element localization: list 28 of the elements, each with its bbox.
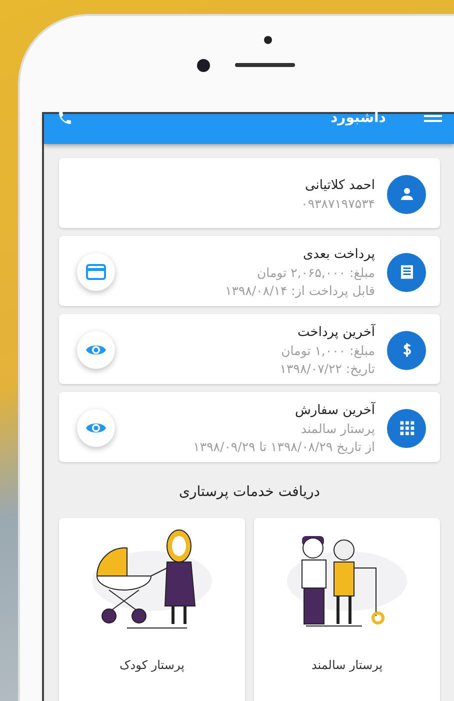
- view-button[interactable]: [77, 331, 115, 369]
- pay-button[interactable]: [77, 253, 115, 291]
- sensor-dot: [264, 36, 272, 44]
- service-label: پرستار سالمند: [311, 658, 383, 672]
- service-card[interactable]: پرستار کودک: [59, 518, 245, 701]
- card-detail: قابل پرداخت از: ۱۳۹۸/۰۸/۱۴: [224, 282, 375, 298]
- service-label: پرستار کودک: [120, 658, 184, 672]
- app-bar-title: داشبورد: [330, 110, 386, 126]
- card-detail: از تاریخ ۱۳۹۸/۰۸/۲۹ تا ۱۳۹۸/۰۹/۲۹: [192, 438, 375, 454]
- grid-icon: [398, 419, 416, 437]
- speaker-slot: [235, 63, 295, 67]
- card-detail: مبلغ: ۱,۰۰۰ تومان: [280, 342, 375, 358]
- card-title: پرداخت بعدی: [302, 246, 375, 262]
- card-title: احمد کلاتیانی: [304, 178, 375, 192]
- card-detail: پرستار سالمند: [300, 420, 375, 436]
- card-detail: ۰۹۳۸۷۱۹۷۵۳۴: [300, 196, 375, 210]
- view-button[interactable]: [77, 409, 115, 447]
- service-card[interactable]: پرستار سالمند: [254, 518, 440, 701]
- card-title: آخرین پرداخت: [296, 324, 375, 340]
- card-detail: مبلغ: ۲,۰۶۵,۰۰۰ تومان: [256, 264, 375, 280]
- camera-lens: [197, 59, 210, 72]
- section-title: دریافت خدمات پرستاری: [178, 484, 321, 500]
- eye-icon: [85, 343, 107, 357]
- eye-icon: [85, 421, 107, 435]
- phone-icon[interactable]: [56, 110, 74, 126]
- credit-card-icon: [86, 264, 106, 280]
- card-title: آخرین سفارش: [294, 402, 375, 418]
- card-detail: تاریخ: ۱۳۹۸/۰۷/۲۲: [278, 360, 375, 376]
